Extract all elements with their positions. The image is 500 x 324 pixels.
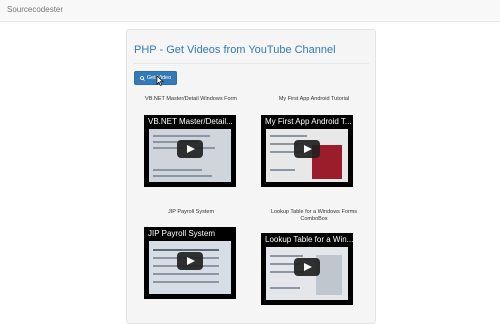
page-title: PHP - Get Videos from YouTube Channel bbox=[134, 44, 336, 56]
play-icon[interactable] bbox=[294, 140, 320, 158]
divider bbox=[134, 63, 369, 64]
video-label-2: My First App Android Tutorial bbox=[278, 96, 350, 102]
mouse-cursor-icon bbox=[156, 76, 164, 86]
play-icon[interactable] bbox=[177, 140, 203, 158]
video-thumbnail-4[interactable]: Lookup Table for a Win... bbox=[261, 233, 353, 305]
video-thumb-title: VB.NET Master/Detail... bbox=[148, 117, 233, 126]
video-thumbnail-2[interactable]: My First App Android T... bbox=[261, 115, 353, 187]
video-label-1: VB.NET Master/Detail Windows Form bbox=[145, 96, 237, 102]
search-icon bbox=[139, 75, 145, 81]
video-thumbnail-1[interactable]: VB.NET Master/Detail... bbox=[144, 115, 236, 187]
play-icon[interactable] bbox=[294, 258, 320, 276]
navbar-brand[interactable]: Sourcecodester bbox=[7, 5, 63, 14]
play-icon[interactable] bbox=[177, 252, 203, 270]
video-thumb-title: JIP Payroll System bbox=[148, 229, 215, 238]
video-thumb-title: My First App Android T... bbox=[265, 117, 352, 126]
video-thumbnail-3[interactable]: JIP Payroll System bbox=[144, 227, 236, 299]
navbar: Sourcecodester bbox=[0, 0, 500, 22]
video-thumb-title: Lookup Table for a Win... bbox=[265, 235, 353, 244]
video-label-3: JIP Payroll System bbox=[167, 209, 215, 215]
main-panel: PHP - Get Videos from YouTube Channel Ge… bbox=[126, 29, 376, 324]
video-label-4: Lookup Table for a Windows Forms ComboBo… bbox=[270, 209, 358, 222]
